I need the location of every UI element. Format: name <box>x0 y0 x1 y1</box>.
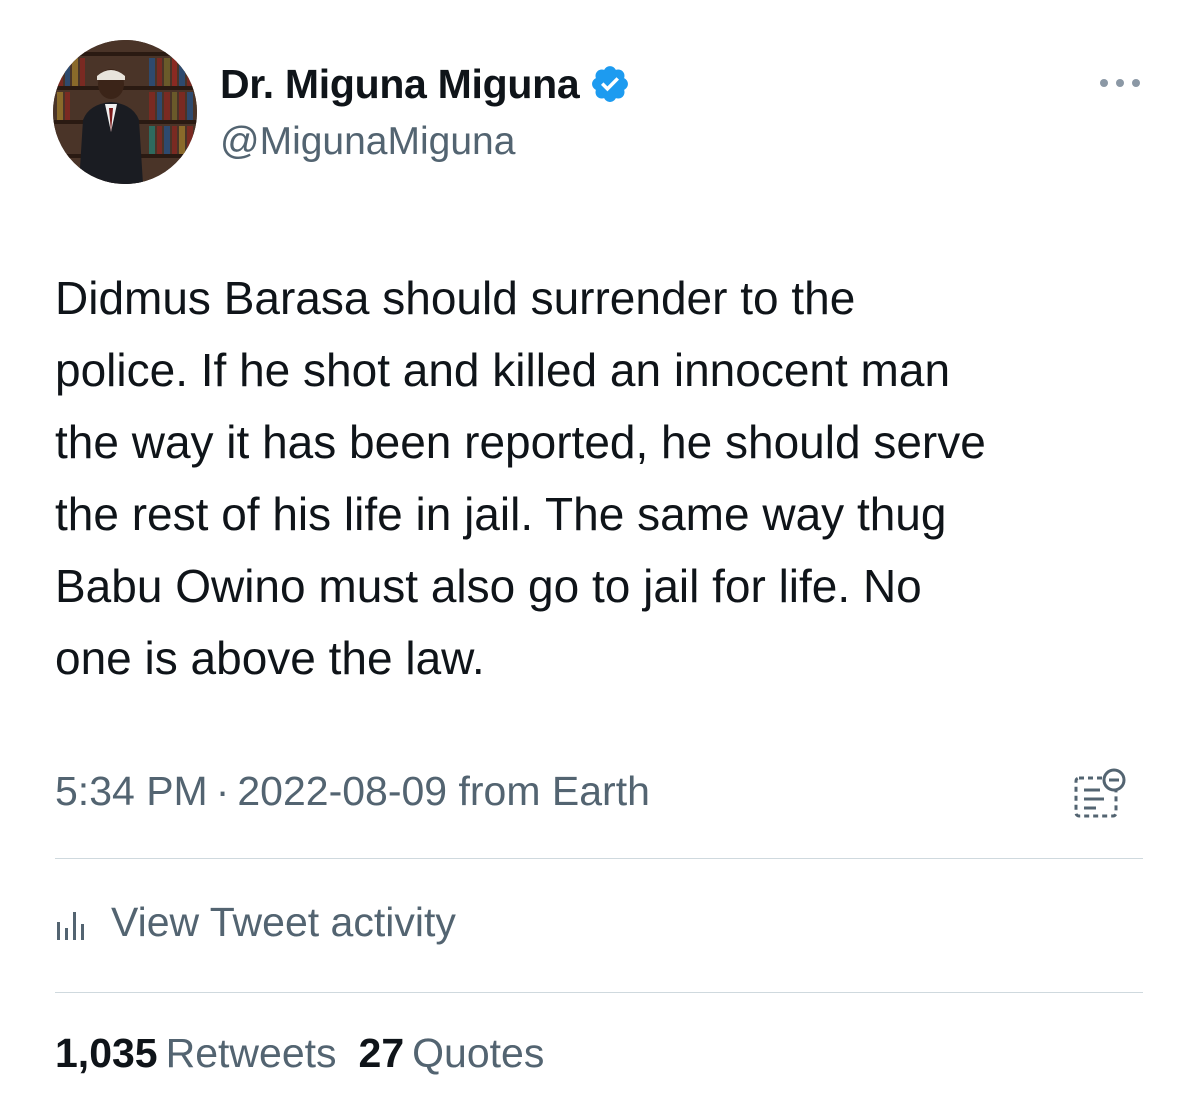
bar-chart-icon <box>55 905 97 940</box>
tweet-time[interactable]: 5:34 PM <box>55 768 208 814</box>
retweets-count: 1,035 <box>55 1030 158 1076</box>
quotes-label: Quotes <box>412 1030 545 1076</box>
tweet-detail: Dr. Miguna Miguna @MigunaMiguna Didmus B… <box>0 0 1200 1100</box>
quotes-count: 27 <box>358 1030 405 1076</box>
tweet-stats: 1,035 Retweets 27 Quotes <box>55 1030 566 1077</box>
edit-history-icon[interactable] <box>1072 766 1128 822</box>
tweet-source: from Earth <box>458 768 650 814</box>
quotes-stat[interactable]: 27 Quotes <box>359 1030 567 1076</box>
tweet-date[interactable]: 2022-08-09 <box>237 768 447 814</box>
tweet-metadata: 5:34 PM · 2022-08-09 from Earth <box>55 768 650 815</box>
retweets-label: Retweets <box>165 1030 337 1076</box>
view-tweet-activity-label[interactable]: View Tweet activity <box>111 899 456 946</box>
author-handle[interactable]: @MigunaMiguna <box>220 120 515 164</box>
avatar[interactable] <box>53 40 197 184</box>
tweet-text: Didmus Barasa should surrender to the po… <box>55 272 986 684</box>
verified-badge-icon[interactable] <box>589 63 631 105</box>
author-name-row[interactable]: Dr. Miguna Miguna <box>220 58 631 110</box>
divider <box>55 858 1143 859</box>
metadata-separator: · <box>215 768 230 814</box>
view-tweet-activity-link[interactable]: View Tweet activity <box>55 894 456 950</box>
avatar-image <box>53 40 197 184</box>
retweets-stat[interactable]: 1,035 Retweets <box>55 1030 359 1076</box>
author-display-name[interactable]: Dr. Miguna Miguna <box>220 61 580 108</box>
more-horizontal-icon[interactable] <box>1096 74 1144 92</box>
divider <box>55 992 1143 993</box>
